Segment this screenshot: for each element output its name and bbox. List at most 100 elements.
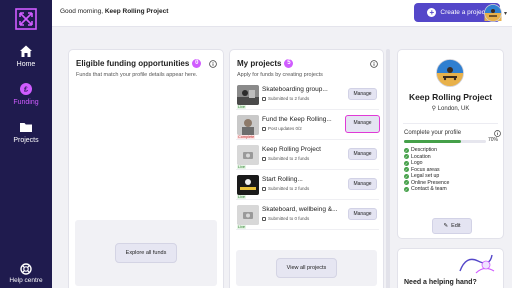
- check-icon: ✓: [404, 173, 409, 179]
- sidebar-item-projects[interactable]: Projects: [0, 120, 52, 144]
- project-name[interactable]: Keep Rolling Project: [262, 146, 344, 153]
- project-name[interactable]: Fund the Keep Rolling...: [262, 116, 344, 123]
- app-logo[interactable]: [15, 8, 37, 30]
- funding-title-text: Eligible funding opportunities: [76, 59, 190, 68]
- profile-card: Keep Rolling Project ⚲ London, UK Comple…: [397, 49, 504, 239]
- manage-button[interactable]: Manage: [348, 178, 377, 190]
- dashboard-main: Eligible funding opportunities 0 Funds t…: [52, 27, 512, 288]
- camera-placeholder-icon: [237, 145, 259, 165]
- status-doc-icon: [262, 126, 266, 131]
- project-name[interactable]: Skateboarding group...: [262, 86, 344, 93]
- project-thumbnail: [237, 175, 259, 195]
- project-name[interactable]: Start Rolling...: [262, 176, 344, 183]
- status-doc-icon: [262, 96, 266, 101]
- status-badge: Complete: [237, 135, 256, 139]
- location-pin-icon: ⚲: [431, 106, 437, 112]
- project-row[interactable]: Live Keep Rolling Project Submitted to 2…: [236, 144, 379, 170]
- lifebuoy-icon: [20, 263, 32, 275]
- sidebar-item-label: Funding: [13, 99, 39, 106]
- help-centre-link[interactable]: Help centre: [0, 263, 52, 284]
- scrollbar[interactable]: [386, 49, 390, 288]
- funding-card-subtitle: Funds that match your profile details ap…: [76, 72, 198, 78]
- sidebar: Home £ Funding Projects Help centre: [0, 0, 52, 288]
- project-status: Submitted to 2 funds: [262, 96, 309, 101]
- checklist-item: ✓ Contact & team: [404, 186, 449, 193]
- project-list: Live Skateboarding group... Submitted to…: [236, 84, 380, 234]
- projects-card-subtitle: Apply for funds by creating projects: [237, 72, 323, 78]
- info-icon[interactable]: [209, 60, 217, 68]
- camera-placeholder-icon: [237, 205, 259, 225]
- edit-label: Edit: [451, 223, 461, 229]
- project-row[interactable]: Live Start Rolling... Submitted to 2 fun…: [236, 174, 379, 200]
- check-icon: ✓: [404, 180, 409, 186]
- manage-button-highlighted[interactable]: Manage: [345, 115, 380, 133]
- check-icon: ✓: [404, 147, 409, 153]
- status-badge: Live: [237, 105, 246, 109]
- project-status-text: Submitted to 2 funds: [268, 156, 310, 161]
- folder-icon: [20, 123, 32, 132]
- helping-hand-card[interactable]: Need a helping hand?: [397, 248, 504, 288]
- project-status: Submitted to 2 funds: [262, 156, 309, 161]
- project-thumbnail: [237, 205, 259, 225]
- checklist-label: Contact & team: [411, 186, 447, 192]
- projects-card-title: My projects 5: [237, 59, 294, 68]
- projects-count-badge: 5: [284, 59, 294, 68]
- project-thumbnail: [237, 85, 259, 105]
- profile-progress-bar: [404, 140, 486, 143]
- sidebar-item-label: Home: [16, 61, 36, 68]
- project-status-text: Post updates 0/2: [268, 126, 302, 131]
- profile-location-text: London, UK: [437, 106, 470, 112]
- project-status-text: Submitted to 0 funds: [268, 216, 310, 221]
- home-icon: [20, 45, 32, 57]
- check-icon: ✓: [404, 167, 409, 173]
- status-doc-icon: [262, 216, 266, 221]
- divider: [403, 123, 498, 124]
- greeting: Good morning, Keep Rolling Project: [60, 8, 168, 15]
- status-badge: Live: [237, 165, 246, 169]
- greeting-name: Keep Rolling Project: [104, 8, 169, 15]
- project-row[interactable]: Live Skateboarding group... Submitted to…: [236, 84, 379, 110]
- my-projects-card: My projects 5 Apply for funds by creatin…: [229, 49, 384, 288]
- info-icon[interactable]: [494, 130, 501, 137]
- create-project-label: Create a project: [440, 9, 487, 16]
- project-status: Post updates 0/2: [262, 126, 302, 131]
- check-icon: ✓: [404, 186, 409, 192]
- profile-avatar[interactable]: [436, 59, 464, 87]
- projects-bottom-panel: View all projects: [236, 250, 377, 286]
- project-status: Submitted to 0 funds: [262, 216, 309, 221]
- manage-button[interactable]: Manage: [348, 148, 377, 160]
- edit-profile-button[interactable]: ✎ Edit: [432, 218, 472, 234]
- profile-name: Keep Rolling Project: [408, 92, 493, 102]
- funding-count-badge: 0: [192, 59, 202, 68]
- plus-icon: +: [427, 8, 437, 17]
- project-row[interactable]: Complete Fund the Keep Rolling... Post u…: [236, 114, 380, 140]
- funding-bottom-panel: Explore all funds: [75, 220, 217, 286]
- pencil-icon: ✎: [443, 223, 449, 229]
- sidebar-item-funding[interactable]: £ Funding: [0, 82, 52, 106]
- sidebar-item-label: Projects: [13, 137, 39, 144]
- complete-profile-title: Complete your profile: [404, 130, 462, 136]
- profile-location: ⚲ London, UK: [398, 105, 503, 112]
- profile-progress-percent: 70%: [488, 137, 499, 143]
- profile-progress-fill: [404, 140, 462, 143]
- project-thumbnail: [237, 145, 259, 165]
- sidebar-item-home[interactable]: Home: [0, 44, 52, 68]
- manage-button[interactable]: Manage: [348, 88, 377, 100]
- explore-funds-button[interactable]: Explore all funds: [114, 243, 178, 263]
- project-thumbnail: [237, 115, 259, 135]
- project-row[interactable]: Live Skateboard, wellbeing &... Submitte…: [236, 204, 379, 230]
- chevron-down-icon[interactable]: ▾: [504, 10, 507, 17]
- profile-checklist: ✓ Description ✓ Location ✓ Logo ✓ Focus area…: [404, 147, 449, 193]
- projects-title-text: My projects: [237, 59, 282, 68]
- check-icon: ✓: [404, 154, 409, 160]
- info-icon[interactable]: [370, 60, 378, 68]
- check-icon: ✓: [404, 160, 409, 166]
- funding-card-title: Eligible funding opportunities 0: [76, 59, 202, 68]
- user-avatar[interactable]: [484, 4, 502, 22]
- project-name[interactable]: Skateboard, wellbeing &...: [262, 206, 344, 213]
- decorative-swirl-icon: [459, 254, 495, 274]
- manage-button[interactable]: Manage: [348, 208, 377, 220]
- view-all-projects-button[interactable]: View all projects: [275, 258, 338, 278]
- svg-text:£: £: [24, 87, 28, 94]
- greeting-prefix: Good morning,: [60, 8, 105, 15]
